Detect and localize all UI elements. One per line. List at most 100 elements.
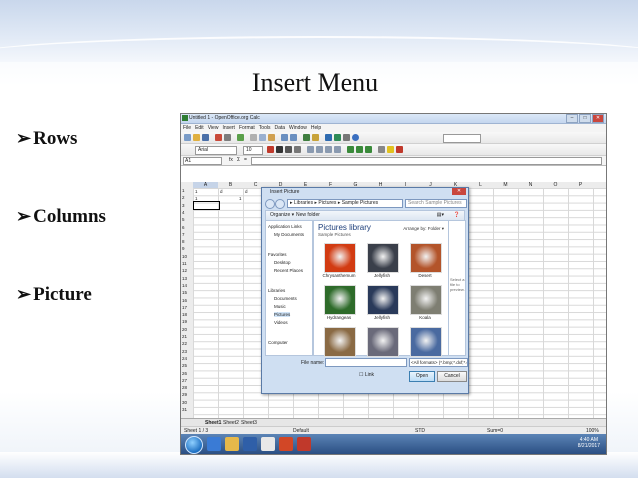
row-header[interactable]: 1 [182, 188, 185, 193]
percent-icon[interactable] [356, 146, 363, 153]
row-header[interactable]: 21 [182, 334, 187, 339]
picture-thumbnail[interactable] [324, 243, 356, 273]
row-header[interactable]: 20 [182, 327, 187, 332]
row-header[interactable]: 16 [182, 298, 187, 303]
picture-thumbnail[interactable] [410, 327, 442, 357]
bold-icon[interactable] [276, 146, 283, 153]
sort-icon[interactable] [303, 134, 310, 141]
row-header[interactable]: 3 [182, 203, 185, 208]
nav-item[interactable]: Libraries [268, 288, 285, 293]
row-header[interactable]: 22 [182, 341, 187, 346]
background-color-icon[interactable] [387, 146, 394, 153]
back-icon[interactable] [265, 199, 275, 209]
row-header[interactable]: 26 [182, 371, 187, 376]
nav-item[interactable]: Pictures [274, 312, 291, 317]
row-header[interactable]: 14 [182, 283, 187, 288]
align-center-icon[interactable] [316, 146, 323, 153]
justify-icon[interactable] [334, 146, 341, 153]
row-header[interactable]: 5 [182, 217, 185, 222]
currency-icon[interactable] [347, 146, 354, 153]
chart-icon[interactable] [312, 134, 319, 141]
sum-icon[interactable]: Σ [237, 157, 240, 163]
picture-thumbnail[interactable] [367, 327, 399, 357]
menu-data[interactable]: Data [272, 124, 287, 132]
menu-edit[interactable]: Edit [193, 124, 206, 132]
row-header[interactable]: 8 [182, 239, 185, 244]
font-name-box[interactable]: Arial [195, 146, 237, 155]
cut-icon[interactable] [250, 134, 257, 141]
navigator-icon[interactable] [325, 134, 332, 141]
row-header[interactable]: 13 [182, 276, 187, 281]
search-input[interactable]: Search Sample Pictures [405, 199, 467, 208]
print-icon[interactable] [224, 134, 231, 141]
row-header[interactable]: 15 [182, 290, 187, 295]
new-folder-button[interactable]: New folder [296, 212, 320, 218]
spellcheck-icon[interactable] [237, 134, 244, 141]
breadcrumb[interactable]: ▸ Libraries ▸ Pictures ▸ Sample Pictures [287, 199, 403, 208]
organize-button[interactable]: Organize ▾ [270, 212, 294, 218]
explorer-icon[interactable] [225, 437, 239, 451]
forward-icon[interactable] [275, 199, 285, 209]
row-header[interactable]: 28 [182, 385, 187, 390]
redo-icon[interactable] [290, 134, 297, 141]
row-header[interactable]: 6 [182, 225, 185, 230]
new-icon[interactable] [184, 134, 191, 141]
align-left-icon[interactable] [307, 146, 314, 153]
minimize-button[interactable]: – [566, 114, 578, 123]
menu-view[interactable]: View [206, 124, 221, 132]
gallery-icon[interactable] [334, 134, 341, 141]
menu-file[interactable]: File [181, 124, 193, 132]
open-button[interactable]: Open [409, 371, 435, 382]
picture-thumbnail[interactable] [324, 285, 356, 315]
word-icon[interactable] [243, 437, 257, 451]
nav-item[interactable]: Favorites [268, 252, 287, 257]
taskbar-clock[interactable]: 4:40 AM 8/21/2017 [578, 437, 600, 449]
nav-item[interactable]: Desktop [274, 260, 291, 265]
row-header[interactable]: 24 [182, 356, 187, 361]
undo-icon[interactable] [281, 134, 288, 141]
cancel-button[interactable]: Cancel [437, 371, 467, 382]
menu-format[interactable]: Format [237, 124, 257, 132]
file-name-input[interactable] [325, 358, 407, 367]
calc-taskbar-icon[interactable] [261, 437, 275, 451]
picture-thumbnail[interactable] [410, 285, 442, 315]
nav-item[interactable]: Application Links [268, 224, 302, 229]
nav-item[interactable]: Documents [274, 296, 297, 301]
row-header[interactable]: 25 [182, 363, 187, 368]
row-header[interactable]: 30 [182, 400, 187, 405]
picture-thumbnail[interactable] [324, 327, 356, 357]
formula-input[interactable] [251, 157, 602, 165]
row-header[interactable]: 2 [182, 195, 185, 200]
function-wizard-icon[interactable]: fx [229, 157, 233, 163]
pdf-reader-icon[interactable] [297, 437, 311, 451]
row-header[interactable]: 12 [182, 268, 187, 273]
italic-icon[interactable] [285, 146, 292, 153]
row-header[interactable]: 11 [182, 261, 187, 266]
ie-icon[interactable] [207, 437, 221, 451]
row-header[interactable]: 27 [182, 378, 187, 383]
open-icon[interactable] [193, 134, 200, 141]
picture-thumbnail[interactable] [367, 243, 399, 273]
nav-item[interactable]: Videos [274, 320, 288, 325]
align-right-icon[interactable] [325, 146, 332, 153]
help-icon[interactable] [352, 134, 359, 141]
picture-thumbnail[interactable] [410, 243, 442, 273]
paste-icon[interactable] [268, 134, 275, 141]
nav-item[interactable]: My Documents [274, 232, 304, 237]
powerpoint-icon[interactable] [279, 437, 293, 451]
name-box[interactable]: A1 [183, 157, 222, 165]
help-icon[interactable]: ❓ [454, 212, 460, 218]
find-box[interactable] [443, 134, 481, 143]
nav-item[interactable]: Recent Places [274, 268, 303, 273]
row-header[interactable]: 31 [182, 407, 187, 412]
save-icon[interactable] [202, 134, 209, 141]
picture-thumbnail[interactable] [367, 285, 399, 315]
menu-tools[interactable]: Tools [257, 124, 273, 132]
arrange-by-dropdown[interactable]: Arrange by: Folder ▾ [403, 226, 444, 232]
menu-help[interactable]: Help [309, 124, 323, 132]
nav-item[interactable]: Music [274, 304, 286, 309]
font-color-icon[interactable] [267, 146, 274, 153]
close-button[interactable]: ✕ [592, 114, 604, 123]
file-type-filter[interactable]: <All formats> (*.bmp;*.dxf;*.em [409, 358, 468, 367]
row-header[interactable]: 4 [182, 210, 185, 215]
